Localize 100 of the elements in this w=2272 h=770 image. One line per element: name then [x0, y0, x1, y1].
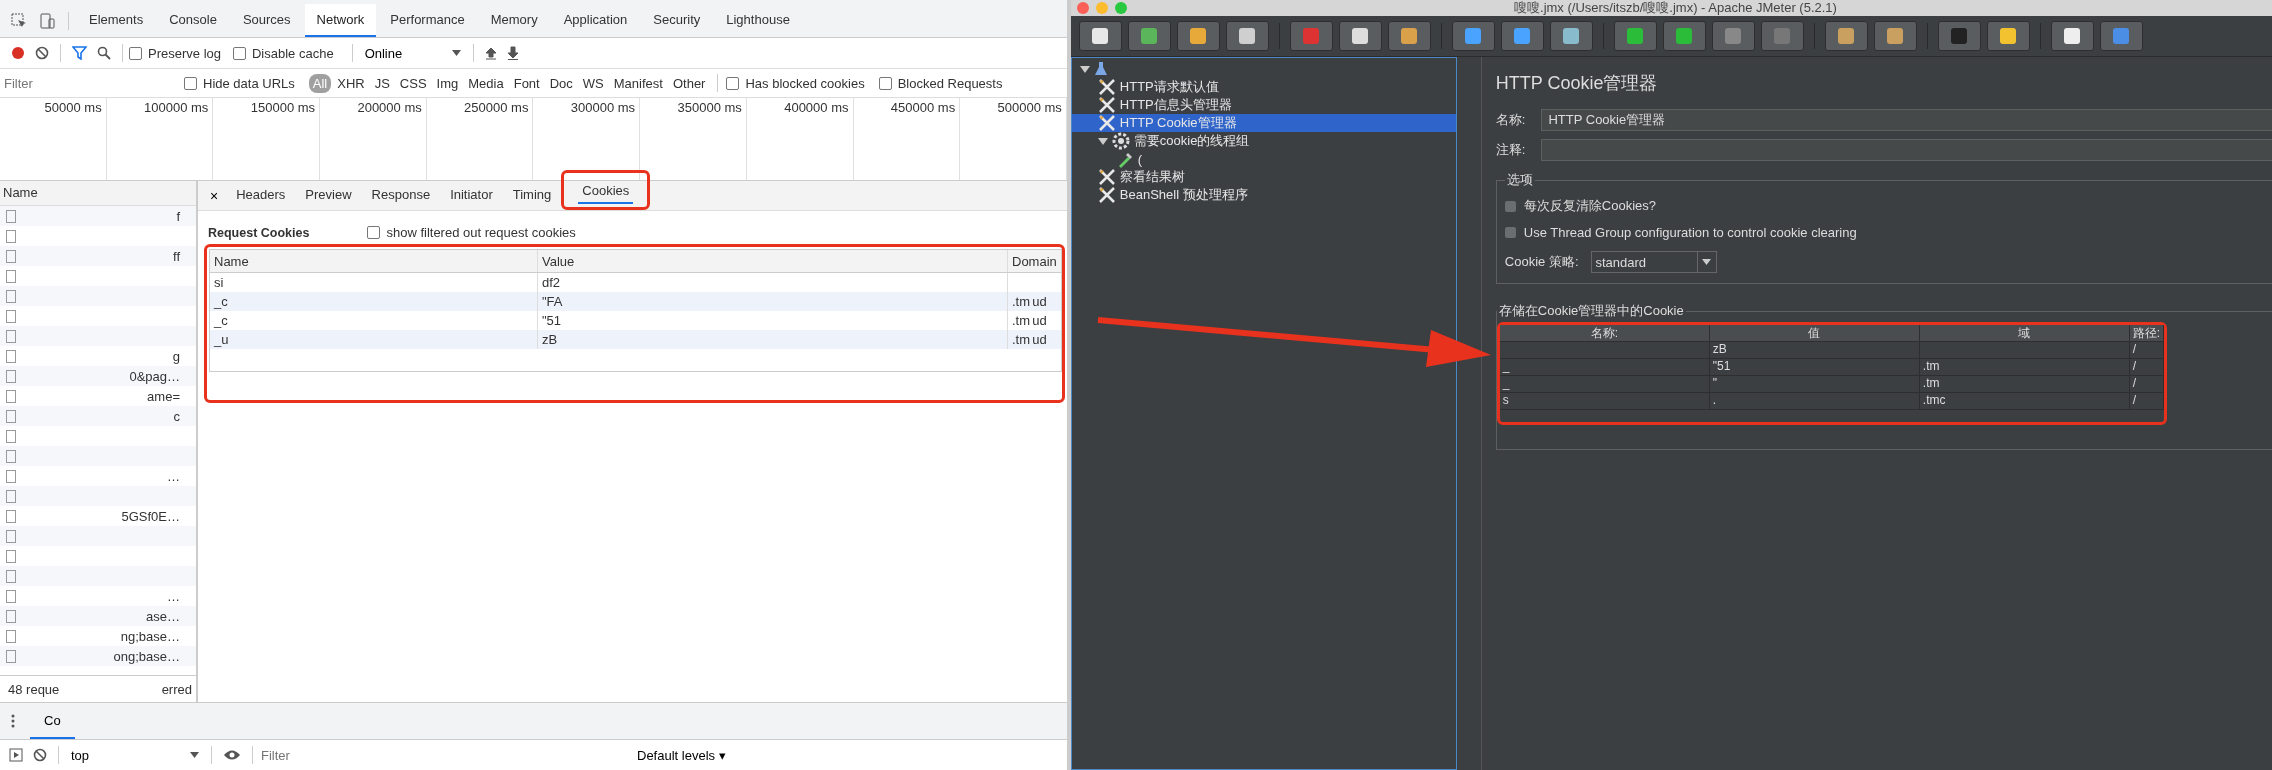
context-dropdown[interactable]: top: [65, 746, 205, 764]
panel-tab[interactable]: Lighthouse: [714, 4, 802, 37]
detail-tab[interactable]: Initiator: [440, 181, 503, 210]
type-filter-button[interactable]: Other: [668, 73, 710, 93]
panel-tab[interactable]: Console: [157, 4, 229, 37]
table-cell: "FA: [542, 294, 563, 309]
request-row[interactable]: 5GSf0E…: [0, 506, 196, 526]
table-cell: .tmc: [1922, 393, 1946, 407]
option-checkbox[interactable]: 每次反复清除Cookies?: [1504, 193, 2270, 219]
detail-tab[interactable]: Cookies: [561, 170, 651, 210]
type-filter-button[interactable]: Doc: [545, 73, 577, 93]
table-cell: zB: [542, 332, 558, 347]
file-icon: [6, 629, 16, 643]
type-filter-button[interactable]: WS: [578, 73, 608, 93]
drawer-tab[interactable]: Co: [30, 703, 75, 739]
panel-tab[interactable]: Elements: [77, 4, 156, 37]
type-filter-button[interactable]: Manifest: [609, 73, 667, 93]
request-row[interactable]: ong;base…: [0, 646, 196, 666]
tree-item[interactable]: 需要cookie的线程组: [1071, 132, 1456, 150]
show-filtered-checkbox[interactable]: show filtered out request cookies: [367, 225, 576, 240]
levels-dropdown[interactable]: Default levels ▾: [631, 746, 732, 764]
tree-item[interactable]: HTTP请求默认值: [1071, 78, 1456, 96]
type-filter-button[interactable]: Media: [464, 73, 508, 93]
disable-cache-checkbox[interactable]: Disable cache: [233, 45, 334, 61]
type-filter-button[interactable]: XHR: [333, 73, 369, 93]
table-cell: _c: [214, 313, 228, 328]
file-icon: [6, 549, 16, 563]
timeline-tick: 200000 ms: [357, 100, 422, 116]
timeline-tick: 50000 ms: [44, 100, 102, 116]
request-row[interactable]: ng;base…: [0, 626, 196, 646]
detail-tab[interactable]: Timing: [502, 181, 562, 210]
tree-item[interactable]: 察看结果树: [1071, 168, 1456, 186]
option-checkbox[interactable]: Use Thread Group configuration to control cookie clearing: [1504, 219, 2270, 245]
caret-icon: [1702, 259, 1711, 265]
tree-item[interactable]: (: [1071, 150, 1456, 168]
table-cell: .tm: [1012, 313, 1031, 328]
file-icon: [6, 649, 16, 663]
panel-tab[interactable]: Security: [641, 4, 713, 37]
table-cell: zB: [1712, 342, 1727, 356]
preserve-log-checkbox[interactable]: Preserve log: [129, 45, 221, 61]
tree-item[interactable]: BeanShell 预处理程序: [1071, 186, 1456, 204]
detail-tab[interactable]: Preview: [295, 181, 362, 210]
blocked-requests-checkbox[interactable]: Blocked Requests: [878, 75, 1003, 91]
request-row[interactable]: ase…: [0, 606, 196, 626]
request-row[interactable]: 0&pag…: [0, 366, 196, 386]
status-text: erred: [161, 681, 192, 697]
table-cell: .tm: [1922, 359, 1940, 373]
window-title: 嗖嗖.jmx (/Users/itszb/嗖嗖.jmx) - Apache JMeter (5.2.1): [1513, 0, 1838, 17]
panel-tab[interactable]: Sources: [230, 4, 303, 37]
caret-icon: [190, 752, 199, 758]
tree-item[interactable]: HTTP Cookie管理器: [1071, 114, 1456, 132]
request-row[interactable]: …: [0, 466, 196, 486]
type-filter-button[interactable]: Font: [509, 73, 544, 93]
expand-arrow-icon[interactable]: [1079, 64, 1090, 74]
policy-dropdown[interactable]: standard: [1590, 251, 1717, 273]
panel-title: HTTP Cookie管理器: [1495, 72, 1659, 95]
detail-tab[interactable]: Response: [361, 181, 441, 210]
request-row[interactable]: ff: [0, 246, 196, 266]
comment-field[interactable]: [1541, 139, 2272, 161]
request-row[interactable]: c: [0, 406, 196, 426]
panel-tab[interactable]: Memory: [478, 4, 550, 37]
blocked-cookies-checkbox[interactable]: Has blocked cookies: [726, 75, 865, 91]
file-icon: [6, 329, 16, 343]
close-button[interactable]: ×: [202, 187, 227, 204]
field-label: 注释:: [1495, 141, 1526, 159]
file-icon: [6, 509, 16, 523]
tree-item[interactable]: HTTP信息头管理器: [1071, 96, 1456, 114]
request-row[interactable]: g: [0, 346, 196, 366]
type-filter-button[interactable]: Img: [432, 73, 463, 93]
file-icon: [6, 349, 16, 363]
file-icon: [6, 229, 16, 243]
panel-tab[interactable]: Application: [551, 4, 640, 37]
request-row[interactable]: f: [0, 206, 196, 226]
column-header: 路径:: [2129, 325, 2165, 341]
table-cell: /: [2132, 342, 2137, 356]
table-cell: ud: [1032, 332, 1047, 347]
file-icon: [6, 429, 16, 443]
file-icon: [6, 469, 16, 483]
throttling-dropdown[interactable]: Online: [358, 45, 468, 61]
panel-tab[interactable]: Network: [304, 4, 377, 37]
timeline-tick: 450000 ms: [890, 100, 956, 116]
column-header: Name: [210, 250, 538, 272]
table-cell: _c: [214, 294, 228, 309]
table-cell: /: [2132, 359, 2137, 373]
panel-tab[interactable]: Performance: [378, 4, 477, 37]
request-row[interactable]: ame=: [0, 386, 196, 406]
expand-arrow-icon[interactable]: [1097, 136, 1108, 146]
table-cell: ud: [1032, 294, 1047, 309]
detail-tab[interactable]: Headers: [226, 181, 296, 210]
timeline-tick: 100000 ms: [144, 100, 209, 116]
file-icon: [6, 569, 16, 583]
file-icon: [6, 289, 16, 303]
type-filter-button[interactable]: JS: [370, 73, 394, 93]
name-field[interactable]: HTTP Cookie管理器: [1541, 109, 2272, 131]
file-icon: [6, 449, 16, 463]
table-cell: .tm: [1012, 294, 1031, 309]
column-header: 域: [1919, 325, 2130, 341]
type-filter-button[interactable]: CSS: [395, 73, 431, 93]
hide-data-urls-checkbox[interactable]: Hide data URLs: [184, 75, 295, 91]
request-row[interactable]: …: [0, 586, 196, 606]
